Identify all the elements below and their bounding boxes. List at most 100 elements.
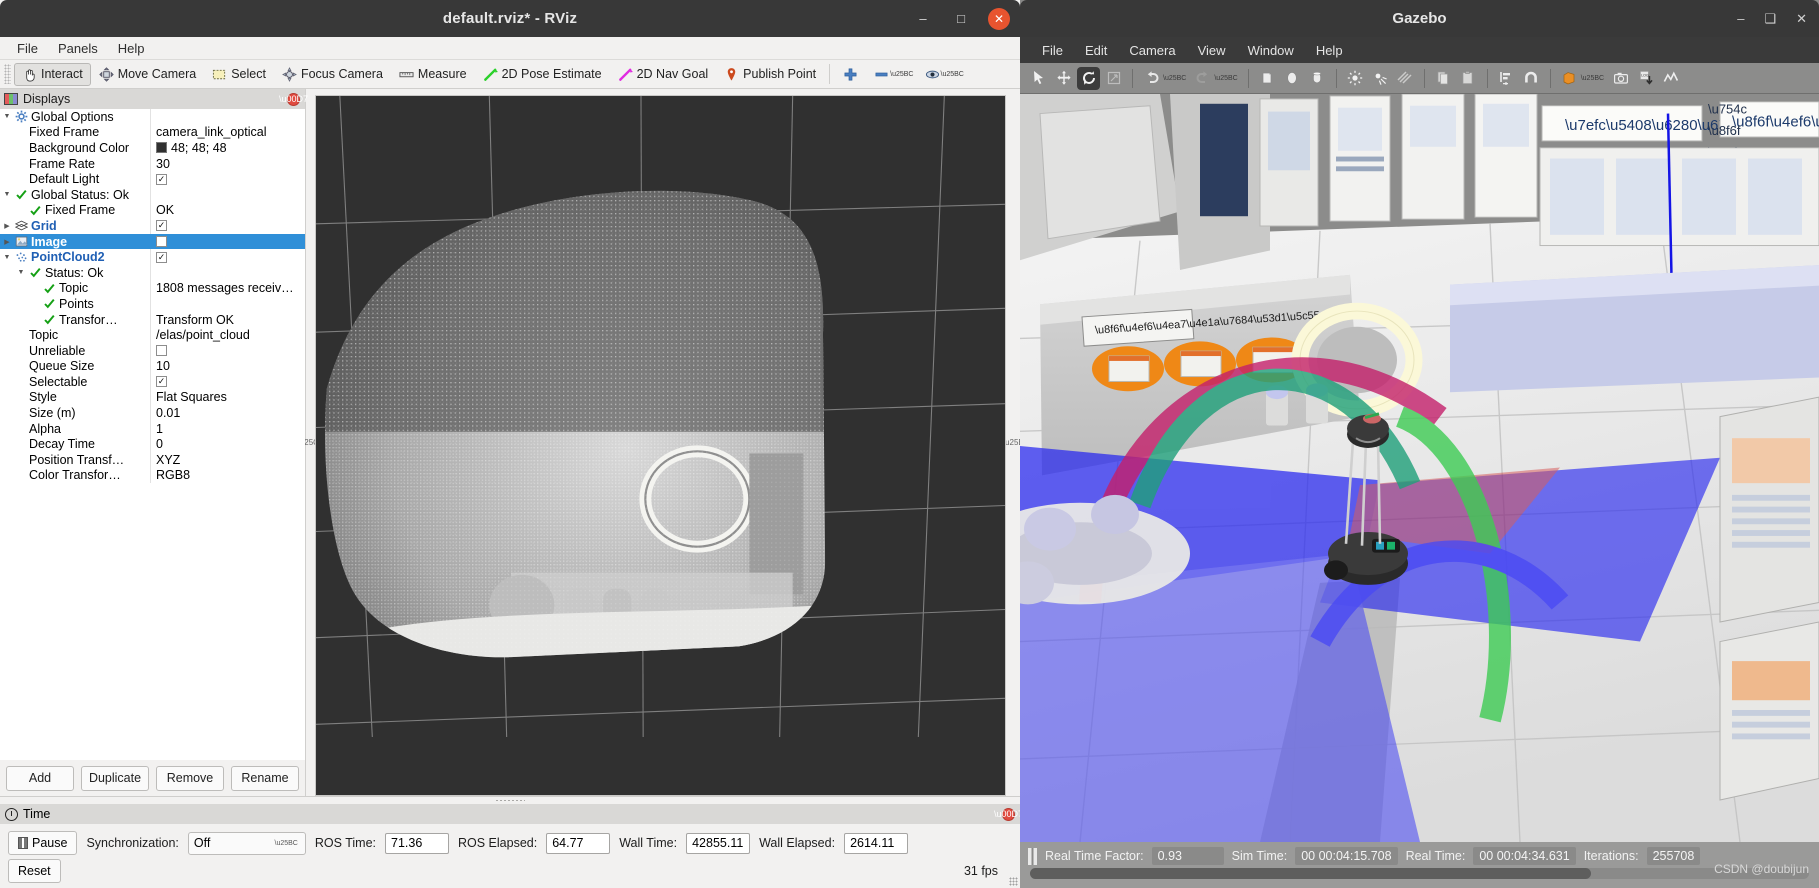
display-row-value[interactable]: [150, 296, 305, 312]
close-icon[interactable]: ✕: [988, 7, 1010, 30]
chevron-down-icon[interactable]: [16, 269, 26, 276]
display-tree-row[interactable]: Position Transf… XYZ: [0, 452, 305, 468]
gazebo-maximize-icon[interactable]: ❑: [1764, 11, 1776, 27]
display-tree-row[interactable]: PointCloud2 ✓: [0, 249, 305, 265]
display-tree-row[interactable]: Topic 1808 messages receiv…: [0, 280, 305, 297]
duplicate-button[interactable]: Duplicate: [81, 765, 149, 791]
checkbox[interactable]: ✓: [156, 220, 167, 232]
chevron-down-icon[interactable]: [2, 113, 12, 120]
scale-icon[interactable]: [1102, 67, 1125, 90]
window-resize-grip[interactable]: [1009, 877, 1018, 886]
align-icon[interactable]: [1495, 67, 1518, 90]
chevron-right-icon[interactable]: [2, 222, 12, 230]
display-row-value[interactable]: RGB8: [150, 467, 305, 484]
display-row-value[interactable]: /elas/point_cloud: [150, 327, 305, 343]
gazebo-3d-scene[interactable]: \u7efc\u5408\u6280\u672f\u4e0e\u5e94\u75…: [1020, 94, 1819, 842]
display-tree-row[interactable]: Alpha 1: [0, 420, 305, 437]
time-panel-splitter[interactable]: [0, 797, 1020, 804]
gazebo-menu-help[interactable]: Help: [1306, 40, 1353, 61]
display-row-value[interactable]: ✓: [150, 171, 305, 187]
display-row-value[interactable]: [150, 109, 305, 125]
checkbox[interactable]: [156, 236, 167, 248]
display-tree-row[interactable]: Frame Rate 30: [0, 155, 305, 172]
screenshot-camera-icon[interactable]: [1609, 67, 1632, 90]
tool-interact[interactable]: Interact: [14, 62, 91, 86]
display-row-value[interactable]: 30: [150, 155, 305, 172]
reset-button[interactable]: Reset: [8, 859, 61, 883]
view-angle-chevron-down-icon[interactable]: \u25BC: [1581, 75, 1604, 82]
display-row-value[interactable]: ✓: [150, 374, 305, 390]
display-tree-row[interactable]: Global Options: [0, 109, 305, 125]
display-row-value[interactable]: [150, 264, 305, 281]
display-row-value[interactable]: [150, 342, 305, 359]
tool-publish-point[interactable]: Publish Point: [716, 63, 824, 86]
paste-icon[interactable]: [1457, 67, 1480, 90]
display-tree-row[interactable]: Selectable ✓: [0, 374, 305, 390]
display-row-value[interactable]: 48; 48; 48: [150, 140, 305, 156]
sphere-icon[interactable]: [1281, 67, 1304, 90]
gazebo-menu-camera[interactable]: Camera: [1119, 40, 1185, 61]
gazebo-menu-file[interactable]: File: [1032, 40, 1073, 61]
display-tree-row[interactable]: Style Flat Squares: [0, 389, 305, 406]
display-tree-row[interactable]: Size (m) 0.01: [0, 405, 305, 421]
displays-tree[interactable]: Global OptionsFixed Framecamera_link_opt…: [0, 109, 305, 760]
display-row-value[interactable]: Transform OK: [150, 311, 305, 328]
undo-chevron-down-icon[interactable]: \u25BC: [1163, 75, 1186, 82]
minimize-icon[interactable]: –: [912, 8, 934, 30]
color-swatch[interactable]: [156, 142, 167, 154]
chevron-down-icon[interactable]: [2, 191, 12, 198]
display-row-value[interactable]: 10: [150, 358, 305, 375]
panel-collapse-right-handle[interactable]: \u25B6: [1003, 89, 1028, 796]
display-tree-row[interactable]: Decay Time 0: [0, 436, 305, 453]
display-tree-row[interactable]: Transfor… Transform OK: [0, 311, 305, 328]
chevron-right-icon[interactable]: [2, 238, 12, 246]
gazebo-minimize-icon[interactable]: –: [1737, 11, 1744, 26]
menu-help[interactable]: Help: [109, 39, 154, 58]
checkbox[interactable]: [156, 345, 167, 357]
display-tree-row[interactable]: Background Color 48; 48; 48: [0, 140, 305, 156]
snap-magnet-icon[interactable]: [1520, 67, 1543, 90]
translate-icon[interactable]: [1052, 67, 1075, 90]
menu-panels[interactable]: Panels: [49, 39, 107, 58]
rotate-icon[interactable]: [1077, 66, 1100, 90]
remove-button[interactable]: Remove: [156, 765, 224, 791]
remove-view-chevron-down-icon[interactable]: \u25BC: [890, 71, 913, 78]
display-row-value[interactable]: 0.01: [150, 405, 305, 421]
panel-collapse-left-handle[interactable]: \u25C0: [298, 89, 323, 796]
time-panel-close-icon[interactable]: \u00D7: [994, 807, 1023, 821]
arrow-select-icon[interactable]: [1027, 67, 1050, 90]
cylinder-icon[interactable]: [1306, 67, 1329, 90]
synchronization-select[interactable]: Off \u25BC: [187, 831, 306, 855]
display-row-value[interactable]: [150, 233, 305, 250]
undo-icon[interactable]: [1140, 67, 1163, 90]
tool-select[interactable]: Select: [204, 63, 274, 86]
point-light-icon[interactable]: [1344, 67, 1367, 90]
display-row-value[interactable]: ✓: [150, 218, 305, 234]
display-tree-row[interactable]: Image: [0, 233, 305, 250]
chevron-down-icon[interactable]: [2, 254, 12, 261]
display-tree-row[interactable]: Default Light ✓: [0, 171, 305, 187]
gazebo-close-icon[interactable]: ✕: [1796, 11, 1807, 27]
tool-focus-camera[interactable]: Focus Camera: [274, 63, 391, 86]
display-row-value[interactable]: 0: [150, 436, 305, 453]
tool-move-camera[interactable]: Move Camera: [91, 63, 205, 86]
tool-measure[interactable]: Measure: [391, 63, 475, 86]
display-tree-row[interactable]: Color Transfor… RGB8: [0, 467, 305, 484]
rename-button[interactable]: Rename: [231, 765, 299, 791]
log-record-icon[interactable]: LOG: [1634, 67, 1657, 90]
checkbox[interactable]: ✓: [156, 376, 167, 388]
wall-time-field[interactable]: 42855.11: [686, 832, 751, 854]
menu-file[interactable]: File: [8, 39, 47, 58]
gazebo-menu-window[interactable]: Window: [1238, 40, 1304, 61]
add-button[interactable]: Add: [6, 765, 74, 791]
display-row-value[interactable]: camera_link_optical: [150, 124, 305, 141]
tool-2d-pose-estimate[interactable]: 2D Pose Estimate: [475, 63, 610, 86]
display-row-value[interactable]: XYZ: [150, 452, 305, 468]
pause-button[interactable]: Pause: [8, 831, 78, 855]
tool-2d-nav-goal[interactable]: 2D Nav Goal: [610, 63, 717, 86]
display-tree-row[interactable]: Fixed Frame camera_link_optical: [0, 124, 305, 141]
pause-icon[interactable]: [1028, 847, 1037, 865]
ros-elapsed-field[interactable]: 64.77: [546, 832, 611, 854]
tool-add-view[interactable]: [835, 63, 866, 86]
display-tree-row[interactable]: Status: Ok: [0, 264, 305, 281]
